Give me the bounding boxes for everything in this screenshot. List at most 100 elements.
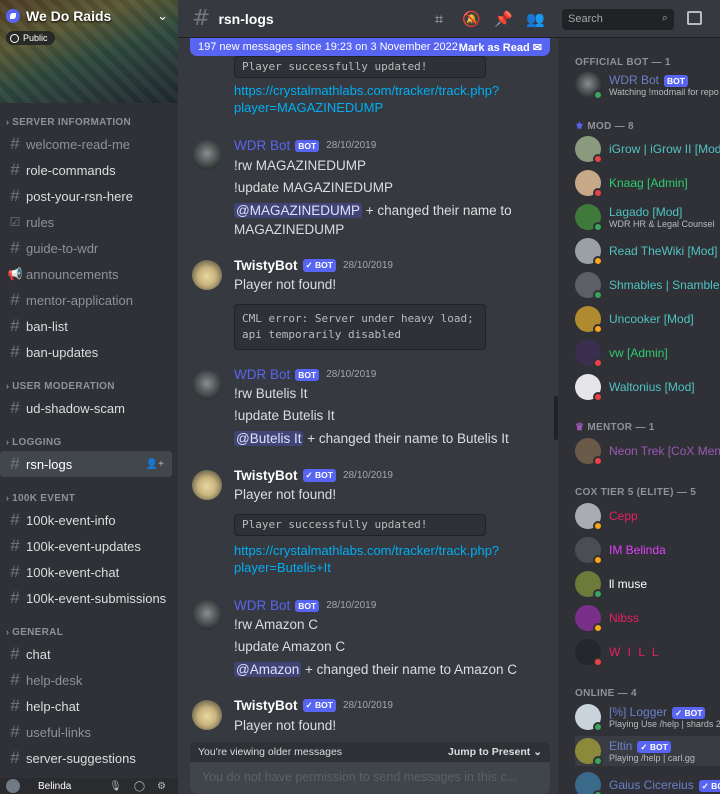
mark-as-read-button[interactable]: Mark as Read ✉ [459, 41, 542, 54]
message-author[interactable]: WDR Bot [234, 367, 290, 382]
channel-rules[interactable]: ☑ rules [0, 209, 172, 235]
verified-bot-badge: ✓ BOT [302, 469, 336, 482]
message-link[interactable]: https://crystalmathlabs.com/tracker/trac… [234, 82, 534, 116]
role-header-mentor: ♛ Mentor — 1 [575, 422, 655, 433]
channel-ban-updates[interactable]: # ban-updates [0, 339, 172, 365]
channel-100k-event-submissions[interactable]: #100k-event-submissions [0, 585, 172, 611]
avatar[interactable] [192, 370, 222, 400]
member-item[interactable]: Read TheWiki [Mod] [575, 236, 720, 266]
channel-label: 100k-event-chat [26, 564, 120, 580]
new-messages-bar[interactable]: 197 new messages since 19:23 on 3 Novemb… [190, 38, 550, 56]
mute-bell-icon[interactable]: 🔕 [462, 10, 481, 28]
member-item[interactable]: vw [Admin] [575, 338, 720, 368]
channel-100k-event-info[interactable]: #100k-event-info [0, 507, 172, 533]
avatar[interactable] [192, 700, 222, 730]
member-status: Watching !modmail for repo [609, 87, 719, 97]
category-user-moderation[interactable]: User moderation [6, 381, 178, 395]
member-item[interactable]: Eltin ✓ BOT Playing /help | carl.gg [575, 736, 720, 766]
channel-guide-to-wdr[interactable]: # guide-to-wdr [0, 235, 172, 261]
channel-ban-list[interactable]: # ban-list [0, 313, 172, 339]
server-header[interactable]: We Do Raids ⌄ [6, 8, 168, 24]
channel-mentor-application[interactable]: # mentor-application [0, 287, 172, 313]
member-item[interactable]: Knaag [Admin] [575, 168, 720, 198]
status-dnd-icon [593, 154, 603, 164]
member-item[interactable]: Gaius Cicereius ✓ BOT [575, 770, 720, 794]
category-general[interactable]: General [6, 627, 178, 641]
member-item[interactable]: Lagado [Mod] WDR HR & Legal Counsel [575, 202, 720, 232]
member-item[interactable]: ll muse [575, 569, 720, 599]
threads-icon[interactable]: ⌗ [430, 10, 448, 28]
member-item[interactable]: Waltonius [Mod] [575, 372, 720, 402]
message-author[interactable]: WDR Bot [234, 598, 290, 613]
member-name: Eltin [609, 739, 633, 753]
member-item[interactable]: iGrow | iGrow II [Mod] [575, 134, 720, 164]
jump-to-present-button[interactable]: Jump to Present ⌄ [448, 746, 542, 758]
channel-post-your-rsn-here[interactable]: # post-your-rsn-here [0, 183, 172, 209]
avatar [575, 438, 603, 466]
channel-label: mentor-application [26, 292, 133, 308]
member-item[interactable]: Shmables | Snambles [575, 270, 720, 300]
message-author[interactable]: TwistyBot [234, 468, 298, 483]
timestamp: 28/10/2019 [342, 260, 393, 271]
avatar[interactable] [192, 140, 222, 170]
channel-help-chat[interactable]: # help-chat [0, 693, 172, 719]
member-item[interactable]: [%] Logger ✓ BOT Playing Use /help | shard… [575, 702, 720, 732]
avatar[interactable] [192, 260, 222, 290]
member-name: Read TheWiki [Mod] [609, 244, 718, 258]
text-channel-icon: # [10, 748, 20, 767]
message-input[interactable]: You do not have permission to send messa… [190, 762, 550, 794]
channel-100k-event-updates[interactable]: #100k-event-updates [0, 533, 172, 559]
message-header: WDR Bot BOT 28/10/2019 [234, 138, 376, 153]
mark-read-icon: ✉ [532, 41, 542, 54]
channel-rsn-logs[interactable]: # rsn-logs 👤+ [0, 451, 172, 477]
member-item[interactable]: WDR Bot BOT Watching !modmail for repo [575, 70, 720, 100]
search-placeholder: Search [568, 13, 603, 25]
chevron-down-icon: ⌄ [533, 746, 542, 758]
inbox-icon[interactable] [687, 11, 702, 25]
gear-icon[interactable]: ⚙ [157, 781, 166, 792]
older-messages-text: You're viewing older messages [198, 746, 343, 758]
headphones-icon[interactable]: ◯ [134, 781, 145, 792]
user-mention[interactable]: @MAGAZINEDUMP [234, 203, 362, 218]
channel-announcements[interactable]: 📢 announcements [0, 261, 172, 287]
channel-100k-event-chat[interactable]: #100k-event-chat [0, 559, 172, 585]
avatar[interactable] [192, 600, 222, 630]
channel-chat[interactable]: # chat [0, 641, 172, 667]
user-mention[interactable]: @Amazon [234, 662, 302, 677]
microphone-icon[interactable]: 🎙 [109, 781, 122, 792]
pin-icon[interactable]: 📌 [494, 10, 513, 28]
timestamp: 28/10/2019 [326, 369, 377, 380]
message-author[interactable]: WDR Bot [234, 138, 290, 153]
message-line: Player not found! [234, 487, 337, 502]
category-server-information[interactable]: Server information [6, 117, 178, 131]
new-messages-text: 197 new messages since 19:23 on 3 Novemb… [198, 41, 458, 53]
category-100k-event[interactable]: 100k event [6, 493, 178, 507]
channel-role-commands[interactable]: # role-commands [0, 157, 172, 183]
message-link[interactable]: https://crystalmathlabs.com/tracker/trac… [234, 542, 534, 576]
invite-user-icon[interactable]: 👤+ [146, 459, 164, 470]
channel-welcome-read-me[interactable]: # welcome-read-me [0, 131, 172, 157]
message-author[interactable]: TwistyBot [234, 698, 298, 713]
member-item[interactable]: Cepp [575, 501, 720, 531]
member-item[interactable]: IM Belinda [575, 535, 720, 565]
channel-useful-links[interactable]: # useful-links [0, 719, 172, 745]
chevron-down-icon[interactable]: ⌄ [157, 9, 168, 24]
avatar[interactable] [192, 470, 222, 500]
category-logging[interactable]: Logging [6, 437, 178, 451]
search-input[interactable]: Search ⌕ [562, 9, 674, 30]
channel-ud-shadow-scam[interactable]: # ud-shadow-scam [0, 395, 172, 421]
avatar [575, 503, 603, 531]
member-item[interactable]: Uncooker [Mod] [575, 304, 720, 334]
avatar [575, 772, 603, 794]
channel-server-suggestions[interactable]: # server-suggestions [0, 745, 172, 771]
username: Belinda [38, 780, 72, 792]
member-list-icon[interactable]: 👥 [526, 10, 545, 28]
channel-help-desk[interactable]: # help-desk [0, 667, 172, 693]
member-item[interactable]: Neon Trek [CoX Men [575, 436, 720, 466]
member-item[interactable]: Nibss [575, 603, 720, 633]
user-mention[interactable]: @Butelis It [234, 431, 304, 446]
member-item[interactable]: W I L L [575, 637, 720, 667]
text-channel-icon: # [10, 398, 20, 417]
avatar[interactable] [6, 779, 20, 793]
message-author[interactable]: TwistyBot [234, 258, 298, 273]
